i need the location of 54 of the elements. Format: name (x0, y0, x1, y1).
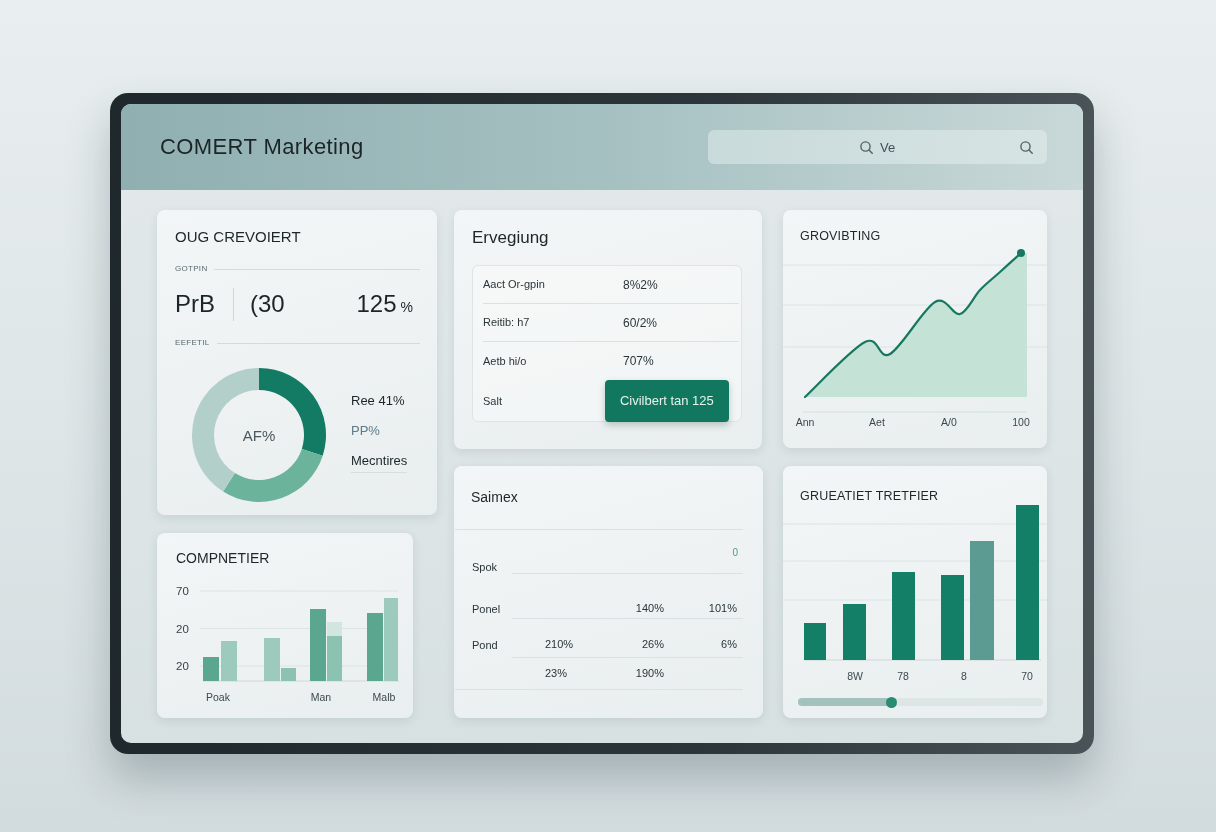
row-value: 8%2% (623, 276, 658, 294)
table-cell: 140% (635, 602, 664, 615)
card-title: GROVIBTING (799, 228, 882, 244)
section-label: GOTPIN (175, 265, 208, 273)
metric-value: (30 (250, 289, 285, 319)
row-label: Ponel (472, 603, 501, 616)
axis-label: Man (310, 691, 332, 703)
axis-label: 8W (847, 670, 863, 682)
app-title: COMERT Marketing (160, 134, 364, 160)
table-note: 0 (732, 546, 739, 559)
table-cell: 210% (545, 638, 574, 651)
card-title: Ervegiung (472, 228, 550, 248)
axis-label: 20 (176, 660, 189, 672)
row-label: Salt (483, 393, 503, 409)
row-label: Reitib: h7 (483, 315, 531, 331)
axis-label: A/0 (941, 416, 957, 428)
card-title: GRUEATIET TRETFIER (799, 488, 940, 504)
axis-label: 78 (897, 670, 909, 682)
row-label: Aetb hi/o (483, 353, 528, 369)
legend-label: Ree 41% (351, 392, 406, 410)
table-cell: 23% (545, 667, 568, 680)
row-label: Spok (472, 561, 498, 574)
section-label: EEFETIL (175, 339, 210, 347)
legend-label: PP% (351, 422, 381, 440)
slider-track[interactable] (798, 698, 1043, 706)
axis-label: 100 (1012, 416, 1030, 428)
metric-value: 125 (356, 289, 397, 319)
row-label: Aact Or-gpin (483, 277, 546, 293)
card-title: OUG CREVOIERT (175, 228, 302, 246)
axis-label: 20 (176, 622, 189, 635)
table-cell: 26% (641, 638, 664, 651)
metric-value: PrB (175, 289, 215, 319)
search-icon (1020, 140, 1033, 154)
axis-label: Poak (206, 691, 230, 703)
row-value: 707% (623, 353, 654, 370)
action-button[interactable]: Civilbert tan 125 (604, 380, 729, 422)
search-icon (860, 140, 873, 154)
axis-label: 70 (1021, 670, 1033, 682)
axis-label: 8 (961, 670, 967, 682)
donut-center-label: AF% (242, 426, 276, 444)
table-cell: 190% (635, 667, 664, 680)
metric-unit: % (400, 298, 413, 316)
row-value: 60/2% (623, 314, 658, 332)
table-cell: 101% (708, 602, 737, 615)
axis-label: Ann (795, 416, 815, 428)
axis-label: Aet (869, 416, 885, 428)
legend-label: Mecntires (351, 452, 408, 470)
table-cell: 6% (721, 638, 737, 651)
axis-label: 70 (176, 585, 189, 597)
slider-thumb[interactable] (885, 696, 897, 708)
card-title: Saimex (470, 489, 519, 506)
row-label: Pond (472, 639, 498, 652)
card-title: COMPNETIER (175, 550, 271, 567)
axis-label: Malb (372, 691, 396, 703)
